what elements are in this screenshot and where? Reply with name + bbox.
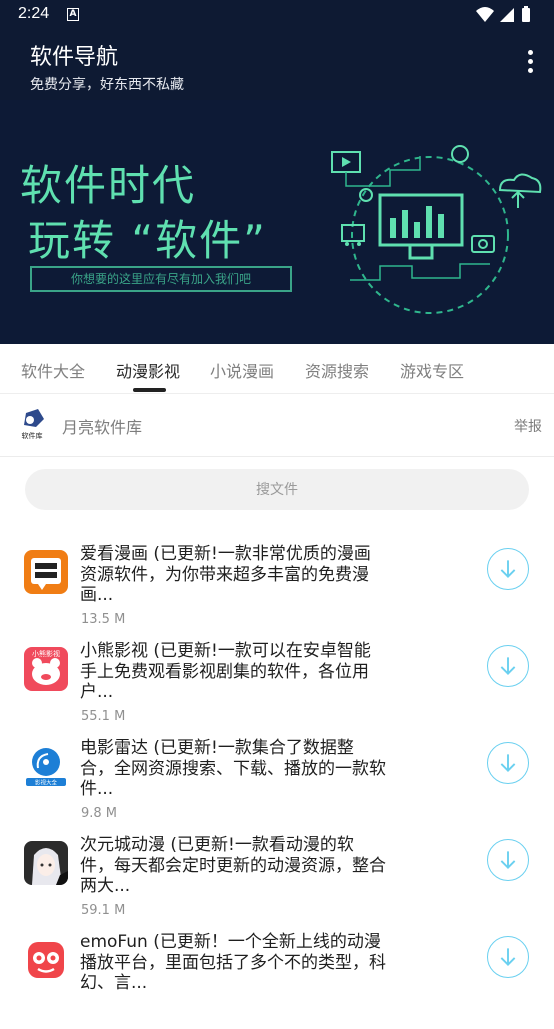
item-description: 小熊影视 (已更新!一款可以在安卓智能手上免费观看影视剧集的软件，各位用户... (80, 641, 371, 702)
item-description: 次元城动漫 (已更新!一款看动漫的软件，每天都会定时更新的动漫资源，整合两大..… (80, 835, 386, 896)
comic-app-icon (24, 550, 68, 594)
tab-resource-search[interactable]: 资源搜索 (305, 358, 369, 382)
bear-app-icon: 小熊影视 (24, 647, 68, 691)
item-size: 55.1 M (81, 709, 126, 724)
tab-novel-comic[interactable]: 小说漫画 (210, 358, 274, 382)
wifi-icon (476, 7, 494, 22)
banner[interactable]: 软件时代 玩转 “软件” 你想要的这里应有尽有加入我们吧 (0, 100, 554, 344)
search-input[interactable] (25, 469, 529, 510)
app-title: 软件导航 (30, 45, 119, 70)
more-vert-icon[interactable] (520, 48, 540, 78)
status-time: 2:24 (18, 5, 50, 22)
list-item[interactable]: 影视大全 电影雷达 (已更新!一款集合了数据整合，全网资源搜索、下载、播放的一款… (0, 738, 554, 835)
tab-software[interactable]: 软件大全 (21, 358, 85, 382)
item-size: 13.5 M (81, 612, 126, 627)
list-item[interactable]: 爱看漫画 (已更新!一款非常优质的漫画资源软件，为你带来超多丰富的免费漫画...… (0, 544, 554, 641)
list-item[interactable]: 小熊影视 小熊影视 (已更新!一款可以在安卓智能手上免费观看影视剧集的软件，各位… (0, 641, 554, 738)
item-description: emoFun (已更新！一个全新上线的动漫播放平台，里面包括了多个不的类型，科幻… (80, 932, 386, 993)
tab-games[interactable]: 游戏专区 (400, 358, 464, 382)
source-header: 软件库 月亮软件库 举报 (0, 395, 554, 457)
logo-text: 软件库 (22, 431, 43, 439)
banner-headline-1: 软件时代 (20, 161, 197, 210)
download-icon[interactable] (487, 839, 529, 881)
app-bar: 软件导航 免费分享，好东西不私藏 (0, 30, 554, 100)
file-search-bar[interactable] (25, 469, 529, 510)
list-item[interactable]: 次元城动漫 (已更新!一款看动漫的软件，每天都会定时更新的动漫资源，整合两大..… (0, 835, 554, 932)
item-description: 爱看漫画 (已更新!一款非常优质的漫画资源软件，为你带来超多丰富的免费漫画... (80, 544, 371, 605)
app-subtitle: 免费分享，好东西不私藏 (30, 77, 184, 93)
report-button[interactable]: 举报 (514, 416, 542, 436)
tech-illustration-icon (331, 145, 542, 314)
download-icon[interactable] (487, 548, 529, 590)
radar-icon-label: 影视大全 (35, 779, 58, 787)
bear-icon-label: 小熊影视 (32, 649, 60, 658)
tab-anime-video[interactable]: 动漫影视 (116, 358, 180, 382)
source-name[interactable]: 月亮软件库 (62, 414, 142, 438)
item-size: 9.8 M (81, 806, 118, 821)
download-icon[interactable] (487, 742, 529, 784)
signal-icon (500, 8, 514, 22)
status-bar: 2:24 A (0, 0, 554, 30)
system-status-icons (476, 6, 530, 22)
emofun-app-icon (24, 938, 68, 982)
download-icon[interactable] (487, 645, 529, 687)
item-description: 电影雷达 (已更新!一款集合了数据整合，全网资源搜索、下载、播放的一款软件... (80, 738, 386, 799)
banner-headline-2: 玩转 “软件” (28, 216, 267, 265)
banner-pill: 你想要的这里应有尽有加入我们吧 (30, 266, 292, 292)
item-size: 59.1 M (81, 903, 126, 918)
radar-app-icon: 影视大全 (24, 744, 68, 788)
list-item[interactable]: emoFun (已更新！一个全新上线的动漫播放平台，里面包括了多个不的类型，科幻… (0, 932, 554, 1029)
battery-icon (522, 8, 530, 22)
notification-a-icon: A (67, 8, 79, 21)
tab-indicator (133, 388, 166, 392)
category-tabs: 软件大全 动漫影视 小说漫画 资源搜索 游戏专区 (0, 344, 554, 394)
anime-girl-app-icon (24, 841, 68, 885)
moon-software-logo-icon[interactable]: 软件库 (18, 409, 46, 439)
download-icon[interactable] (487, 936, 529, 978)
